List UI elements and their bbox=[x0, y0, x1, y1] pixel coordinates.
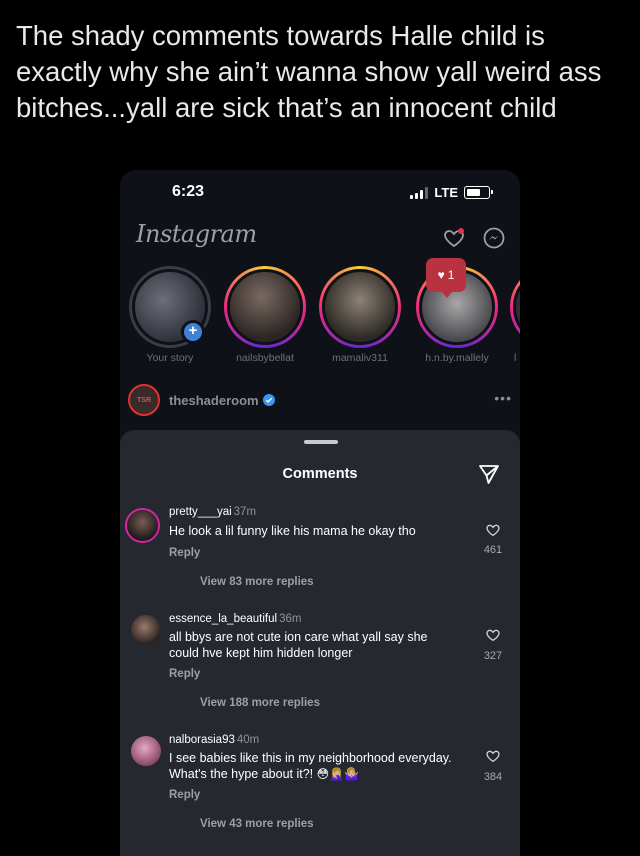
like-heart-icon[interactable] bbox=[485, 748, 501, 764]
story-label: h.n.by.mallely bbox=[425, 352, 489, 364]
status-time: 6:23 bbox=[172, 183, 205, 200]
comment-username[interactable]: pretty___yai 37m bbox=[169, 506, 256, 518]
like-heart-icon[interactable] bbox=[485, 522, 501, 538]
story-label: mamaliv311 bbox=[332, 352, 388, 364]
notification-count: 1 bbox=[447, 268, 455, 282]
reply-button[interactable]: Reply bbox=[169, 547, 200, 559]
comments-sheet: Comments pretty___yai 37m He look a lil f… bbox=[120, 430, 520, 856]
post-header: TSR theshaderoom ••• bbox=[128, 382, 512, 418]
like-count: 461 bbox=[483, 544, 503, 556]
messenger-icon[interactable] bbox=[482, 226, 506, 250]
story-item[interactable]: l bbox=[510, 266, 520, 364]
story-label: Your story bbox=[146, 352, 194, 364]
view-more-replies[interactable]: View 43 more replies bbox=[200, 818, 314, 830]
username-text[interactable]: nalborasia93 bbox=[169, 734, 235, 746]
story-item[interactable]: nailsbybellat bbox=[223, 266, 307, 364]
like-count: 384 bbox=[483, 771, 503, 783]
heart-icon[interactable] bbox=[442, 226, 466, 250]
avatar-text: TSR bbox=[137, 396, 151, 404]
comment-username[interactable]: nalborasia93 40m bbox=[169, 734, 259, 746]
view-more-replies[interactable]: View 188 more replies bbox=[200, 697, 320, 709]
instagram-logo: Instagram bbox=[136, 220, 257, 248]
avatar[interactable] bbox=[131, 736, 161, 766]
header-icons bbox=[442, 226, 506, 250]
comment-text: all bbys are not cute ion care what yall… bbox=[169, 630, 428, 660]
status-bar: 6:23 LTE bbox=[120, 170, 520, 216]
comment-time: 40m bbox=[236, 734, 260, 746]
view-more-replies[interactable]: View 83 more replies bbox=[200, 576, 314, 588]
instagram-header: Instagram bbox=[136, 220, 506, 256]
comment-time: 37m bbox=[233, 506, 257, 518]
like-count: 327 bbox=[483, 650, 503, 662]
comment-text-body: I see babies like this in my neighborhoo… bbox=[169, 751, 452, 781]
story-your-story[interactable]: + Your story bbox=[128, 266, 212, 364]
tweet-text: The shady comments towards Halle child i… bbox=[16, 20, 602, 123]
username-text[interactable]: pretty___yai bbox=[169, 506, 232, 518]
reply-button[interactable]: Reply bbox=[169, 668, 200, 680]
network-label: LTE bbox=[434, 185, 458, 200]
comment-text: He look a lil funny like his mama he oka… bbox=[169, 524, 416, 538]
comments-title: Comments bbox=[282, 466, 358, 482]
comment-emojis: 😳🤦🏼‍♀️🤷🏼‍♀️ bbox=[316, 766, 360, 781]
comment-time: 36m bbox=[279, 613, 302, 625]
avatar[interactable] bbox=[125, 508, 160, 543]
share-icon[interactable] bbox=[478, 463, 500, 485]
drag-handle[interactable] bbox=[304, 440, 338, 444]
signal-icon bbox=[410, 186, 429, 199]
story-label: nailsbybellat bbox=[236, 352, 294, 364]
phone-screenshot: 6:23 LTE Instagram + Your story nailsbyb… bbox=[120, 170, 520, 856]
comment-text: I see babies like this in my neighborhoo… bbox=[169, 751, 469, 782]
username-text[interactable]: essence_la_beautiful bbox=[169, 613, 277, 625]
activity-notification-badge[interactable]: ♥ 1 bbox=[426, 258, 466, 298]
verified-badge-icon bbox=[262, 394, 275, 406]
add-story-icon[interactable]: + bbox=[181, 320, 205, 344]
heart-icon: ♥ bbox=[437, 268, 445, 282]
post-username[interactable]: theshaderoom bbox=[169, 393, 259, 408]
avatar[interactable]: TSR bbox=[128, 384, 160, 416]
comment-username[interactable]: essence_la_beautiful 36m bbox=[169, 613, 301, 625]
reply-button[interactable]: Reply bbox=[169, 789, 200, 801]
status-indicators: LTE bbox=[410, 185, 493, 200]
avatar[interactable] bbox=[131, 615, 161, 645]
like-heart-icon[interactable] bbox=[485, 627, 501, 643]
more-options-icon[interactable]: ••• bbox=[494, 390, 512, 406]
battery-icon bbox=[464, 186, 493, 199]
story-item[interactable]: mamaliv311 bbox=[318, 266, 402, 364]
story-label: l bbox=[514, 352, 517, 364]
